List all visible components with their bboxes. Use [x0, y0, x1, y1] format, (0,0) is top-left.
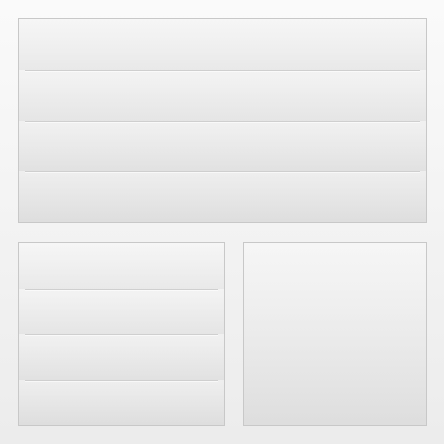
bottom-left-panel: [18, 242, 225, 426]
list-item[interactable]: [19, 171, 426, 222]
list-item[interactable]: [19, 243, 224, 289]
list-item[interactable]: [19, 288, 224, 334]
top-panel-rows: [19, 19, 426, 222]
bottom-left-panel-rows: [19, 243, 224, 425]
content-area[interactable]: [244, 243, 426, 425]
list-item[interactable]: [19, 19, 426, 70]
list-item[interactable]: [19, 120, 426, 172]
bottom-right-panel-rows: [244, 243, 426, 425]
top-panel: [18, 18, 427, 223]
bottom-right-panel[interactable]: [243, 242, 427, 426]
list-item[interactable]: [19, 379, 224, 425]
list-item[interactable]: [19, 69, 426, 121]
list-item[interactable]: [19, 334, 224, 380]
